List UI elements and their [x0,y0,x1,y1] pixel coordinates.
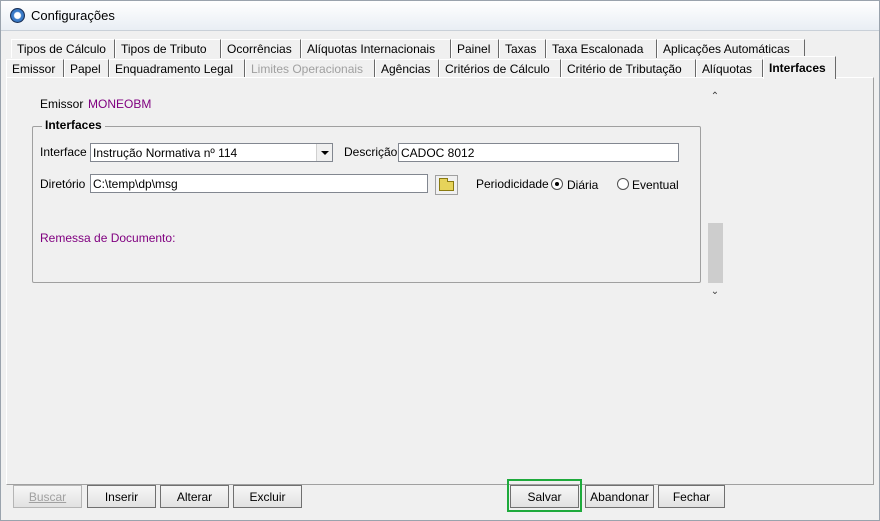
tab-taxa-escalonada[interactable]: Taxa Escalonada [546,39,657,58]
interface-combobox-value: Instrução Normativa nº 114 [93,146,238,160]
tab-emissor[interactable]: Emissor [6,59,64,78]
radio-eventual[interactable] [617,178,629,190]
tab-tipos-de-calculo[interactable]: Tipos de Cálculo [11,39,115,58]
tab-aliquotas-internacionais[interactable]: Alíquotas Internacionais [301,39,451,58]
emissor-label: Emissor [40,97,84,111]
interface-dropdown-button[interactable] [316,144,332,161]
tab-row-1: Tipos de Cálculo Tipos de Tributo Ocorrê… [1,39,879,58]
fechar-button[interactable]: Fechar [658,485,725,508]
diretorio-label: Diretório [40,177,86,191]
buscar-button: Buscar [13,485,82,508]
configuracoes-window: Configurações Tipos de Cálculo Tipos de … [0,0,880,521]
tab-ocorrencias[interactable]: Ocorrências [221,39,301,58]
tab-papel[interactable]: Papel [64,59,109,78]
excluir-button[interactable]: Excluir [233,485,302,508]
browse-folder-button[interactable] [435,175,458,195]
alterar-button[interactable]: Alterar [160,485,229,508]
tab-limites-operacionais: Limites Operacionais [245,59,375,78]
periodicidade-label: Periodicidade [476,177,549,191]
interface-label: Interface [40,145,87,159]
folder-icon [439,178,454,191]
tab-taxas[interactable]: Taxas [499,39,546,58]
window-title: Configurações [31,8,115,23]
scroll-thumb[interactable] [708,223,723,283]
descricao-input[interactable]: CADOC 8012 [398,143,679,162]
radio-eventual-label[interactable]: Eventual [632,178,679,192]
interface-combobox[interactable]: Instrução Normativa nº 114 [90,143,333,162]
remessa-documento-label: Remessa de Documento: [40,231,176,245]
tab-aliquotas[interactable]: Alíquotas [696,59,763,78]
interfaces-group-title: Interfaces [42,118,105,132]
descricao-label: Descrição [344,145,398,159]
app-icon [10,8,25,23]
inserir-button[interactable]: Inserir [87,485,156,508]
radio-diaria-label[interactable]: Diária [567,178,598,192]
scroll-down-icon[interactable]: ⌄ [707,283,723,299]
diretorio-input[interactable]: C:\temp\dp\msg [90,174,428,193]
salvar-button[interactable]: Salvar [510,485,579,508]
tab-criterios-de-calculo[interactable]: Critérios de Cálculo [439,59,561,78]
tab-enquadramento-legal[interactable]: Enquadramento Legal [109,59,245,78]
tab-painel[interactable]: Painel [451,39,499,58]
tab-criterio-de-tributacao[interactable]: Critério de Tributação [561,59,696,78]
emissor-value: MONEOBM [88,97,152,111]
tab-row-2: Emissor Papel Enquadramento Legal Limite… [1,56,879,79]
scroll-up-icon[interactable]: ⌃ [707,88,723,104]
radio-diaria[interactable] [551,178,563,190]
tab-tipos-de-tributo[interactable]: Tipos de Tributo [115,39,221,58]
tab-interfaces[interactable]: Interfaces [763,56,836,79]
tab-agencias[interactable]: Agências [375,59,439,78]
vertical-scrollbar[interactable]: ⌃ ⌄ [707,88,723,299]
abandonar-button[interactable]: Abandonar [585,485,654,508]
title-bar[interactable]: Configurações [1,1,879,31]
chevron-down-icon [320,150,329,155]
